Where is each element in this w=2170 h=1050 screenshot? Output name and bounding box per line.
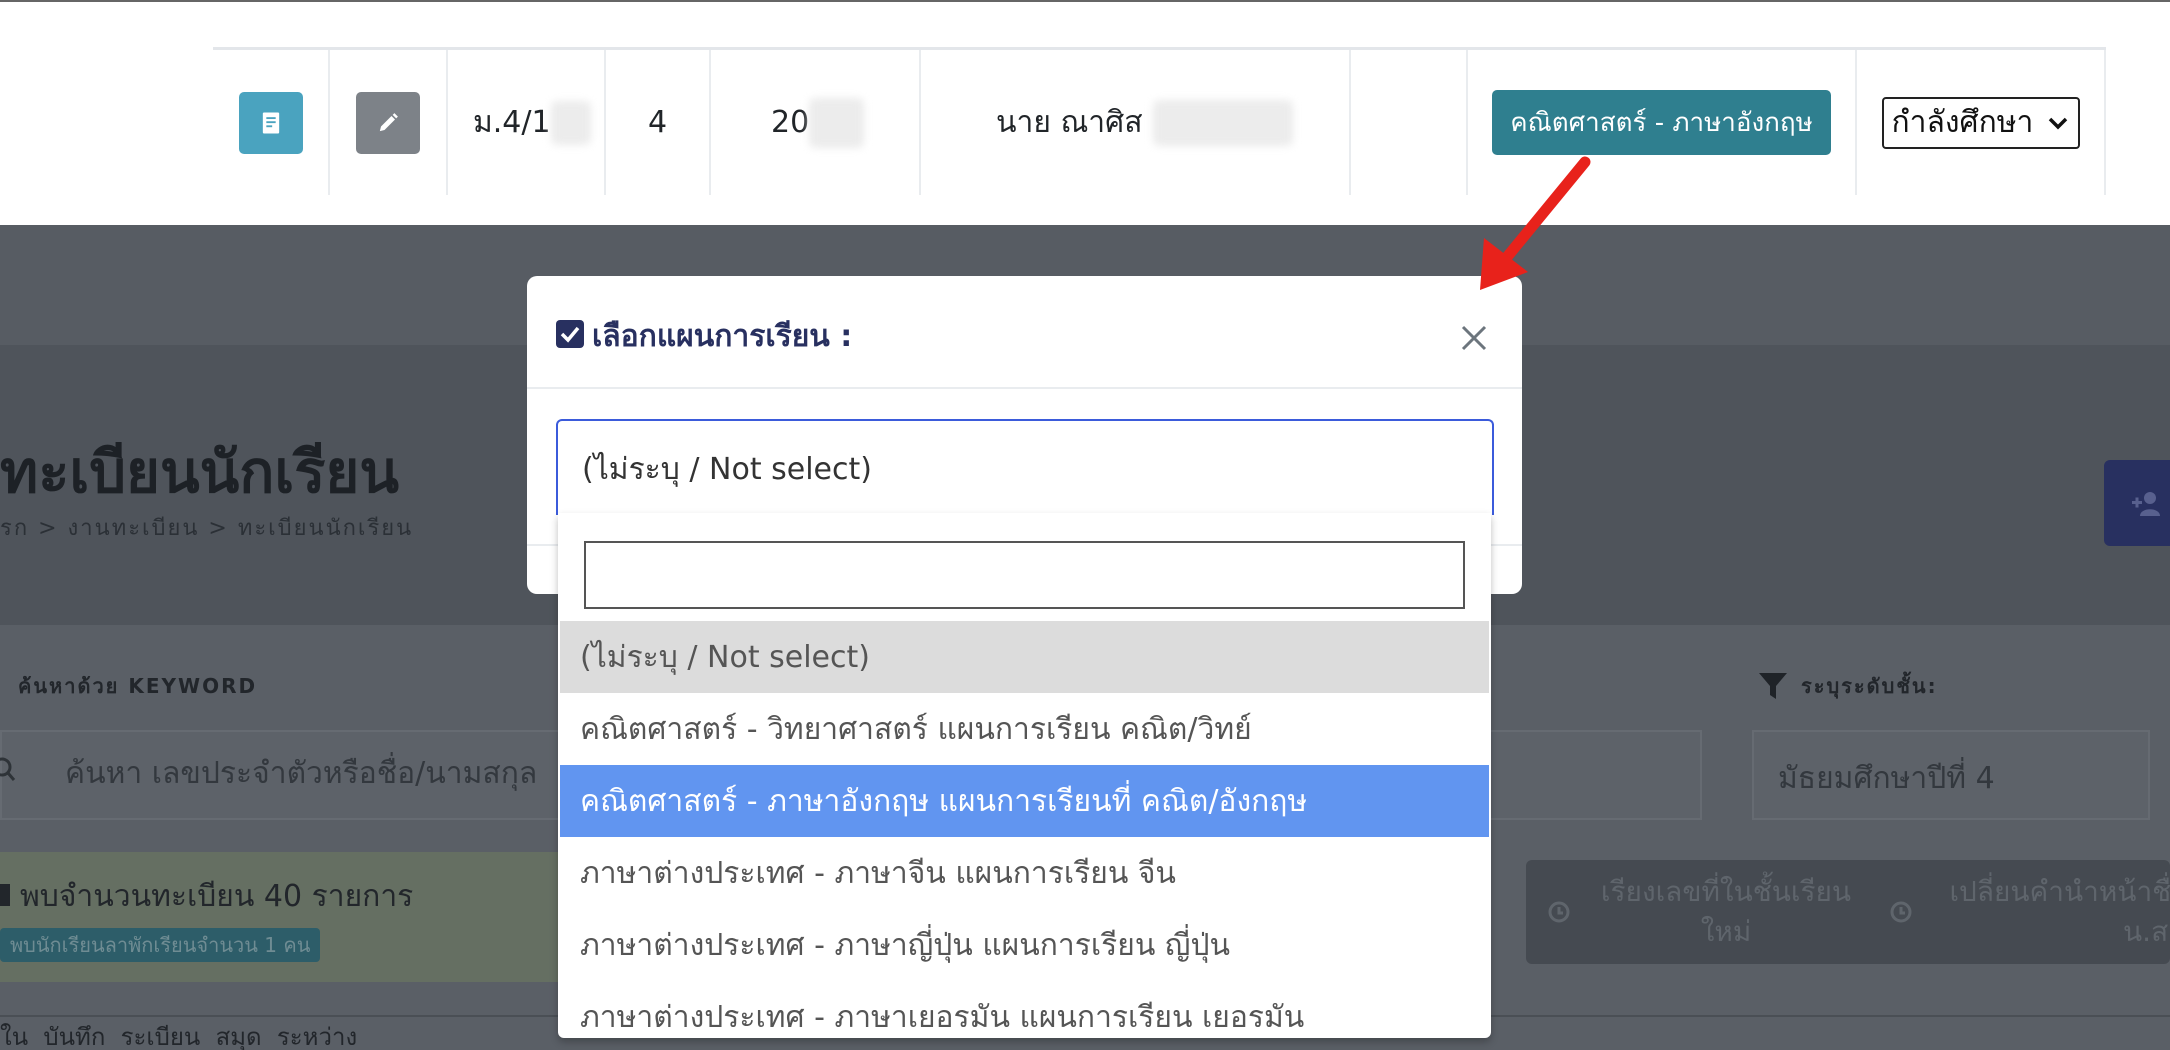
leave-badge: พบนักเรียนลาพักเรียนจำนวน 1 คน bbox=[0, 928, 321, 962]
status-cell: กำลังศึกษา bbox=[1857, 50, 2106, 195]
change-prefix-button[interactable]: เปลี่ยนคำนำหน้าชื่อ น.ส.) bbox=[1888, 860, 2170, 964]
add-user-icon bbox=[2132, 492, 2160, 516]
result-count-text: พบจำนวนทะเบียน 40 รายการ bbox=[0, 873, 413, 920]
refresh-icon bbox=[1548, 901, 1570, 923]
number-cell: 4 bbox=[606, 50, 711, 195]
plan-option-none[interactable]: (ไม่ระบุ / Not select) bbox=[560, 621, 1489, 693]
student-name-text: นาย ณาศิส bbox=[996, 105, 1143, 140]
status-select[interactable]: กำลังศึกษา bbox=[1881, 96, 2080, 149]
dropdown-search-input[interactable] bbox=[584, 541, 1465, 609]
level-value: มัธยมศึกษาปีที่ 4 bbox=[1778, 761, 1995, 796]
pencil-icon bbox=[379, 112, 398, 131]
plan-dropdown: (ไม่ระบุ / Not select) คณิตศาสตร์ - วิทย… bbox=[558, 513, 1491, 1038]
reorder-label: เรียงเลขที่ในชั้นเรียนใหม่ bbox=[1600, 875, 1852, 948]
plan-option-japanese[interactable]: ภาษาต่างประเทศ - ภาษาญี่ปุ่น แผนการเรียน… bbox=[560, 909, 1489, 981]
table-header-text: ใน บันทึก ระเบียน สมุด ระหว่าง bbox=[0, 1023, 358, 1050]
plan-select-value: (ไม่ระบุ / Not select) bbox=[582, 452, 872, 487]
add-student-button[interactable] bbox=[2104, 460, 2170, 546]
refresh-icon bbox=[1890, 901, 1912, 923]
table-row: ม.4/1 4 20 นาย ณาศิส คณิตศาสตร์ - ภาษาอั… bbox=[213, 47, 2106, 195]
plan-option-math-science[interactable]: คณิตศาสตร์ - วิทยาศาสตร์ แผนการเรียน คณิ… bbox=[560, 693, 1489, 765]
bookmark-icon bbox=[0, 884, 10, 906]
search-placeholder: ค้นหา เลขประจำตัวหรือชื่อ/นามสกุล bbox=[65, 756, 538, 791]
level-label: ระบุระดับชั้น: bbox=[1757, 670, 1938, 702]
table-row-strip: ม.4/1 4 20 นาย ณาศิส คณิตศาสตร์ - ภาษาอั… bbox=[0, 0, 2170, 225]
breadcrumb: รก > งานทะเบียน > ทะเบียนนักเรียน bbox=[0, 516, 414, 541]
redacted-block bbox=[809, 97, 865, 148]
student-id-cell: 20 bbox=[711, 50, 921, 195]
keyword-label: ค้นหาด้วย KEYWORD bbox=[18, 674, 258, 698]
plan-select[interactable]: (ไม่ระบุ / Not select) bbox=[556, 419, 1494, 515]
class-cell: ม.4/1 bbox=[448, 50, 606, 195]
plan-badge-button[interactable]: คณิตศาสตร์ - ภาษาอังกฤษ bbox=[1492, 90, 1831, 155]
close-icon[interactable] bbox=[1457, 321, 1491, 355]
redacted-block bbox=[550, 100, 591, 145]
plan-option-math-english[interactable]: คณิตศาสตร์ - ภาษาอังกฤษ แผนการเรียนที่ ค… bbox=[560, 765, 1489, 837]
search-icon bbox=[0, 757, 16, 781]
change-prefix-label: เปลี่ยนคำนำหน้าชื่อ น.ส.) bbox=[1949, 875, 2170, 948]
level-label-text: ระบุระดับชั้น: bbox=[1801, 674, 1938, 698]
view-record-button[interactable] bbox=[238, 91, 303, 154]
student-id-text: 20 bbox=[771, 105, 810, 140]
empty-cell bbox=[1351, 50, 1468, 195]
edit-button[interactable] bbox=[356, 91, 420, 154]
number-text: 4 bbox=[647, 105, 668, 140]
chevron-down-icon bbox=[2048, 117, 2067, 129]
view-cell bbox=[213, 50, 330, 195]
page-title: ทะเบียนนักเรียน bbox=[0, 438, 400, 506]
class-text: ม.4/1 bbox=[473, 105, 551, 140]
check-square-icon bbox=[556, 320, 584, 348]
name-cell: นาย ณาศิส bbox=[921, 50, 1351, 195]
filter-input[interactable] bbox=[1490, 730, 1702, 820]
modal-header: เลือกแผนการเรียน : bbox=[527, 276, 1522, 389]
result-count-label: พบจำนวนทะเบียน 40 รายการ bbox=[20, 879, 414, 914]
plan-option-chinese[interactable]: ภาษาต่างประเทศ - ภาษาจีน แผนการเรียน จีน bbox=[560, 837, 1489, 909]
reorder-button[interactable]: เรียงเลขที่ในชั้นเรียนใหม่ bbox=[1546, 860, 1866, 964]
edit-cell bbox=[330, 50, 448, 195]
status-value: กำลังศึกษา bbox=[1891, 105, 2034, 140]
redacted-block bbox=[1152, 99, 1293, 146]
document-icon bbox=[262, 112, 279, 133]
action-button-group: เรียงเลขที่ในชั้นเรียนใหม่ เปลี่ยนคำนำหน… bbox=[1526, 860, 2170, 964]
filter-icon bbox=[1759, 673, 1787, 699]
modal-title: เลือกแผนการเรียน : bbox=[592, 319, 853, 354]
red-arrow-annotation bbox=[1480, 156, 1591, 290]
plan-option-german[interactable]: ภาษาต่างประเทศ - ภาษาเยอรมัน แผนการเรียน… bbox=[560, 981, 1489, 1038]
